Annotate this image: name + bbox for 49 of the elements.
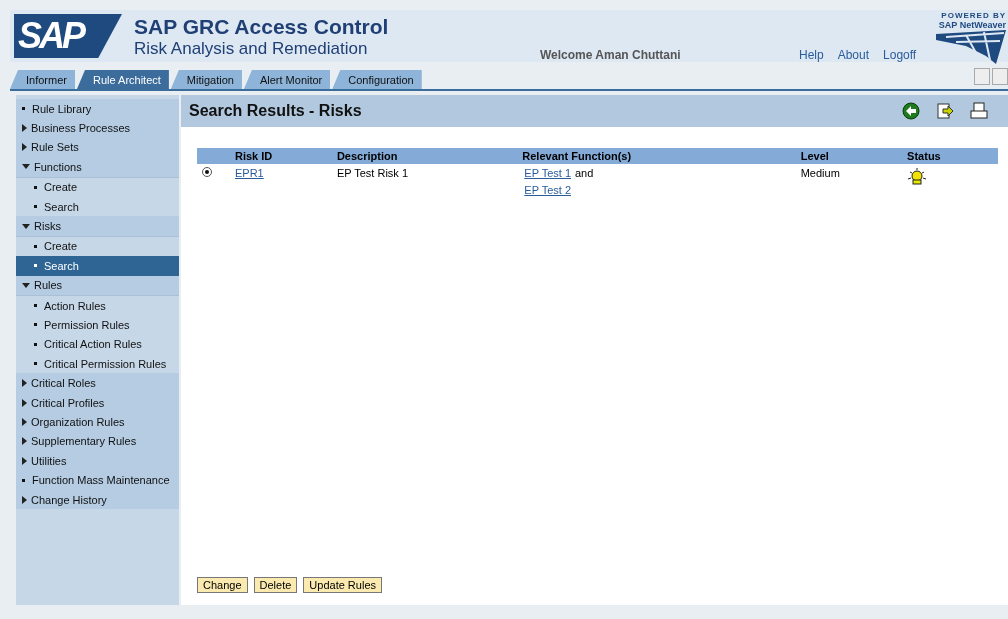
risk-id-link[interactable]: EPR1 bbox=[235, 167, 264, 179]
back-icon[interactable] bbox=[902, 102, 920, 120]
function-link[interactable]: EP Test 2 bbox=[524, 184, 571, 196]
sidebar-item[interactable]: Change History bbox=[16, 489, 179, 510]
column-header: Description bbox=[334, 148, 521, 164]
nav-tab[interactable]: Mitigation bbox=[170, 70, 242, 89]
light-bulb-icon bbox=[907, 167, 928, 185]
powered-by-text: POWERED BY bbox=[941, 11, 1006, 20]
function-link[interactable]: EP Test 1 bbox=[524, 167, 571, 179]
sidebar-item[interactable]: Business Processes bbox=[16, 118, 179, 138]
nav-tab[interactable]: Rule Architect bbox=[76, 70, 169, 89]
column-header: Risk ID bbox=[233, 148, 335, 164]
joiner-text: and bbox=[575, 167, 594, 179]
sidebar-item[interactable]: Function Mass Maintenance bbox=[16, 470, 179, 490]
app-subtitle: Risk Analysis and Remediation bbox=[134, 39, 369, 59]
sidebar-item[interactable]: Functions bbox=[16, 157, 179, 178]
export-icon[interactable] bbox=[936, 102, 954, 120]
platform-text: SAP NetWeaver bbox=[938, 20, 1006, 30]
table-cell: EP Test Risk 1 bbox=[336, 167, 409, 179]
table-cell: Medium bbox=[800, 167, 840, 179]
sidebar-item[interactable]: Organization Rules bbox=[16, 412, 179, 432]
sidebar-item[interactable]: Risks bbox=[16, 216, 179, 237]
action-button[interactable]: Delete bbox=[253, 577, 298, 593]
header-link[interactable]: Logoff bbox=[883, 48, 917, 62]
nav-tab[interactable]: Configuration bbox=[332, 70, 422, 89]
sidebar-item[interactable]: Utilities bbox=[16, 451, 179, 471]
nav-tab[interactable]: Informer bbox=[10, 70, 75, 89]
print-icon[interactable] bbox=[970, 102, 988, 120]
welcome-text: Welcome Aman Chuttani bbox=[540, 48, 681, 62]
sidebar-item[interactable]: Critical Profiles bbox=[16, 392, 179, 413]
sidebar-item[interactable]: Rule Sets bbox=[16, 137, 179, 158]
header-link[interactable]: About bbox=[837, 48, 870, 62]
action-button[interactable]: Update Rules bbox=[303, 577, 382, 593]
page-title: Search Results - Risks bbox=[189, 102, 362, 120]
sidebar-item[interactable]: Rule Library bbox=[16, 99, 179, 119]
column-header: Level bbox=[798, 148, 906, 164]
app-title: SAP GRC Access Control bbox=[134, 15, 389, 39]
row-radio[interactable] bbox=[202, 167, 212, 177]
column-header: Status bbox=[905, 148, 998, 164]
action-button[interactable]: Change bbox=[197, 577, 248, 593]
sidebar-item[interactable]: Supplementary Rules bbox=[16, 431, 179, 452]
nav-tab[interactable]: Alert Monitor bbox=[243, 70, 331, 89]
sidebar-item[interactable]: Critical Roles bbox=[16, 373, 179, 393]
sidebar-item[interactable]: Search bbox=[16, 256, 179, 276]
sidebar-item[interactable]: Rules bbox=[16, 275, 179, 296]
header-cell bbox=[197, 148, 233, 164]
header-link[interactable]: Help bbox=[799, 48, 824, 62]
column-header: Relevant Function(s) bbox=[520, 148, 799, 164]
sap-logo: SAP bbox=[14, 14, 122, 58]
